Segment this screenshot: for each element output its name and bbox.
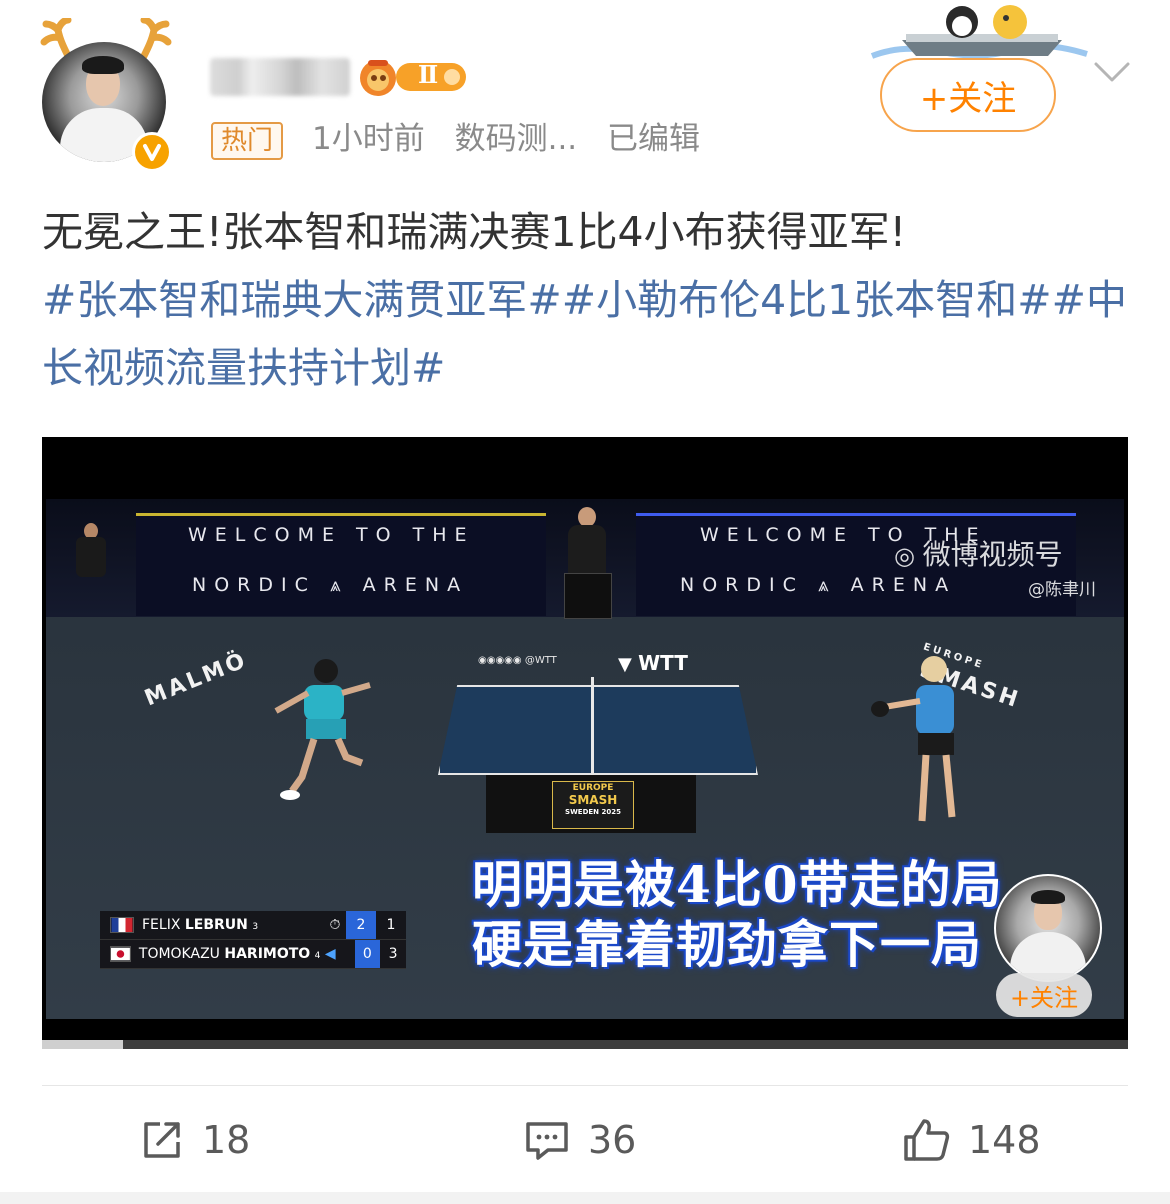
hashtag-link[interactable]: #张本智和瑞典大满贯亚军# xyxy=(42,276,562,324)
post-source[interactable]: 数码测... xyxy=(455,121,578,157)
follow-button[interactable]: +关注 xyxy=(880,58,1056,132)
score-row: FELIX LEBRUN 3 ⏱ 2 1 xyxy=(100,911,406,940)
bottom-bar xyxy=(0,1192,1170,1204)
table-tennis-table xyxy=(438,685,758,775)
wtt-logo: ▼ WTT xyxy=(618,651,688,675)
table-base: EUROPE SMASH SWEDEN 2025 xyxy=(486,775,696,833)
stopwatch-icon: ⏱ xyxy=(329,917,341,933)
post-meta: 1小时前 数码测... 已编辑 xyxy=(312,118,720,160)
music-level-icon xyxy=(360,60,466,96)
table-sign: SWEDEN 2025 xyxy=(565,808,621,816)
umpire xyxy=(562,507,612,619)
player-seed: 4 xyxy=(314,951,321,961)
post-text: 无冕之王!张本智和瑞满决赛1比4小布获得亚军! #张本智和瑞典大满贯亚军##小勒… xyxy=(42,198,1132,402)
repost-button[interactable]: 18 xyxy=(140,1112,250,1168)
hashtag-link[interactable]: #小勒布伦4比1张本智和# xyxy=(562,276,1052,324)
banner-text: NORDIC ⩓ ARENA xyxy=(680,574,957,596)
player-last-name: HARIMOTO xyxy=(224,946,311,962)
wtt-social-handle: ◉◉◉◉◉ @WTT xyxy=(478,655,557,666)
like-button[interactable]: 148 xyxy=(902,1112,1041,1168)
court-label: MALMÖ xyxy=(141,647,252,712)
france-flag-icon xyxy=(110,917,134,933)
player-first-name: TOMOKAZU xyxy=(138,946,220,962)
verified-badge-icon xyxy=(132,132,172,172)
repost-count: 18 xyxy=(202,1118,251,1162)
video-author-avatar[interactable] xyxy=(994,874,1102,982)
banner-text: WELCOME TO THE xyxy=(188,524,475,546)
serve-indicator-icon: ◀ xyxy=(324,946,336,962)
post-time: 1小时前 xyxy=(312,121,425,157)
points: 3 xyxy=(388,946,398,962)
player-last-name: LEBRUN xyxy=(184,917,248,933)
level-badge: Ⅱ xyxy=(356,56,474,98)
like-count: 148 xyxy=(968,1118,1041,1162)
level-badge-label: Ⅱ xyxy=(418,60,439,89)
video-follow-button[interactable]: +关注 xyxy=(996,973,1092,1017)
hot-tag: 热门 xyxy=(211,122,284,160)
thumbs-up-icon xyxy=(904,1119,950,1161)
post-title: 无冕之王!张本智和瑞满决赛1比4小布获得亚军! xyxy=(42,208,907,256)
score-row: TOMOKAZU HARIMOTO 4 ◀ 0 3 xyxy=(100,940,406,969)
comment-count: 36 xyxy=(588,1118,637,1162)
video-player[interactable]: WELCOME TO THE NORDIC ⩓ ARENA WELCOME TO… xyxy=(42,437,1128,1040)
divider xyxy=(42,1085,1128,1086)
player-left xyxy=(274,659,371,800)
wtt-handle-text: @WTT xyxy=(524,655,557,666)
player-seed: 3 xyxy=(252,922,259,932)
video-progress-fill xyxy=(42,1040,124,1049)
player-right xyxy=(871,656,956,822)
author-avatar[interactable] xyxy=(40,18,172,172)
watermark-handle: @陈聿川 xyxy=(1028,580,1096,600)
coach xyxy=(72,523,112,603)
points: 1 xyxy=(386,917,396,933)
video-progress-bar[interactable] xyxy=(42,1040,1128,1049)
games-won: 2 xyxy=(346,911,376,939)
games-won: 0 xyxy=(354,940,381,968)
player-name: TOMOKAZU HARIMOTO 4 ◀ xyxy=(139,946,336,962)
banner-text: NORDIC ⩓ ARENA xyxy=(192,574,469,596)
scoreboard: FELIX LEBRUN 3 ⏱ 2 1 TOMOKAZU HARIMOTO 4… xyxy=(100,911,406,969)
weibo-video-watermark: ◎ 微博视频号 xyxy=(894,538,1063,571)
player-first-name: FELIX xyxy=(142,917,181,933)
comment-icon xyxy=(526,1122,568,1160)
chevron-down-icon[interactable] xyxy=(1092,56,1132,86)
table-sign: SMASH xyxy=(568,793,618,807)
wtt-logo-text: WTT xyxy=(638,651,688,675)
post-edited[interactable]: 已编辑 xyxy=(607,121,700,157)
table-net xyxy=(591,677,594,777)
player-name: FELIX LEBRUN 3 xyxy=(142,917,324,933)
japan-flag-icon xyxy=(110,946,131,962)
repost-icon xyxy=(144,1122,180,1158)
comment-button[interactable]: 36 xyxy=(524,1112,636,1168)
username-blurred[interactable] xyxy=(210,58,350,96)
watermark-title: 微博视频号 xyxy=(922,538,1063,571)
